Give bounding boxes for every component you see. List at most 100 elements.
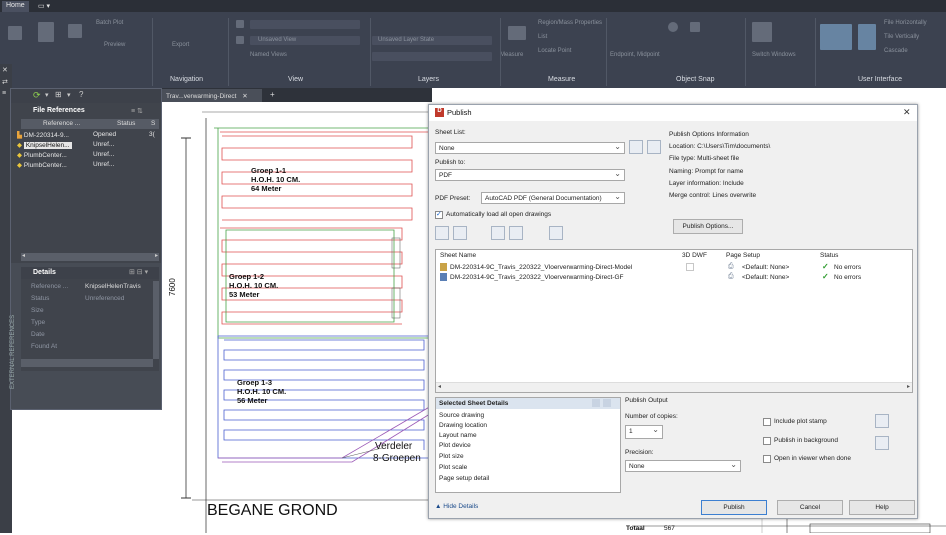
refresh-dropdown-icon[interactable]: ▾ bbox=[67, 91, 71, 99]
layer-dropdown[interactable] bbox=[372, 52, 492, 61]
view-manager-icon[interactable] bbox=[236, 36, 244, 44]
save-sheet-list-icon[interactable] bbox=[629, 140, 643, 154]
page-setup-value[interactable]: <Default: None> bbox=[742, 274, 789, 281]
page-setup-value[interactable]: <Default: None> bbox=[742, 264, 789, 271]
toolbars-icon[interactable] bbox=[820, 24, 852, 50]
pdf-preset-select[interactable]: AutoCAD PDF (General Documentation) bbox=[481, 192, 625, 204]
named-views-label[interactable]: Named Views bbox=[250, 52, 287, 58]
detail-label: Size bbox=[31, 307, 44, 314]
open-viewer-checkbox[interactable] bbox=[763, 455, 771, 463]
help-button[interactable]: Help bbox=[849, 500, 915, 515]
workspace-switch-tab[interactable]: ▭ ▾ bbox=[34, 1, 54, 12]
region-mass-label[interactable]: Region/Mass Properties bbox=[538, 20, 602, 26]
table-hscrollbar[interactable]: ◂ ▸ bbox=[436, 382, 912, 392]
doc-tab-close-icon[interactable]: ✕ bbox=[242, 93, 247, 100]
group-1-name: Groep 1-1 bbox=[251, 166, 287, 175]
info-title: Publish Options Information bbox=[669, 131, 749, 138]
tile-horizontally-label[interactable]: File Horizontally bbox=[884, 20, 927, 26]
details-view-icon[interactable]: ⊞ ⊟ ▾ bbox=[129, 268, 148, 276]
col-sheet-name[interactable]: Sheet Name bbox=[440, 252, 476, 259]
refresh-icon[interactable]: ⊞ bbox=[55, 90, 62, 99]
autohide-icon[interactable]: ⇄ bbox=[2, 78, 8, 86]
properties-menu-icon[interactable]: ≡ bbox=[2, 90, 6, 97]
panel-title-layers: Layers bbox=[418, 76, 440, 83]
list-view-icon[interactable]: ≡ ⇅ bbox=[131, 107, 143, 115]
view-icon[interactable] bbox=[236, 20, 244, 28]
details-hscrollbar[interactable] bbox=[21, 359, 153, 367]
help-icon[interactable]: ? bbox=[79, 90, 83, 99]
dwg-icon[interactable] bbox=[38, 22, 54, 42]
cancel-button[interactable]: Cancel bbox=[777, 500, 843, 515]
xref-row[interactable]: ▙ DM-220314-9... Opened 3( bbox=[17, 131, 157, 140]
xref-row[interactable]: ◆ KnipselHelen... Unref... bbox=[17, 141, 157, 150]
col-status[interactable]: Status bbox=[820, 252, 838, 259]
details-section: Reference ... KnipselHelenTravis Status Un… bbox=[21, 279, 159, 371]
doc-tab[interactable]: Trav...verwarming-Direct ✕ bbox=[162, 89, 262, 102]
table-row[interactable]: DM-220314-9C_Travis_220322_Vloerverwarmi… bbox=[438, 272, 908, 283]
background-checkbox[interactable] bbox=[763, 437, 771, 445]
details-prev-icon[interactable] bbox=[592, 399, 600, 407]
preview-label[interactable]: Preview bbox=[104, 42, 125, 48]
batch-plot-label[interactable]: Batch Plot bbox=[96, 20, 123, 26]
add-sheets-icon[interactable] bbox=[435, 226, 449, 240]
details-scrollbar[interactable] bbox=[153, 281, 159, 359]
list-label[interactable]: List bbox=[538, 34, 547, 40]
header-reference[interactable]: Reference ... bbox=[43, 120, 80, 127]
copies-stepper[interactable]: 1 bbox=[625, 425, 663, 439]
move-up-icon[interactable] bbox=[491, 226, 505, 240]
details-next-icon[interactable] bbox=[603, 399, 611, 407]
switch-windows-icon[interactable] bbox=[752, 22, 772, 42]
page-setup-button-icon[interactable] bbox=[875, 436, 889, 450]
3d-dwf-checkbox[interactable] bbox=[686, 263, 694, 271]
tab-home[interactable]: Home bbox=[2, 1, 29, 12]
detail-plot-device: Plot device bbox=[439, 442, 471, 449]
publish-to-select[interactable]: PDF bbox=[435, 169, 625, 181]
xref-row[interactable]: ◆ PlumbCenter... Unref... bbox=[17, 161, 157, 170]
scroll-left-icon[interactable]: ◂ bbox=[22, 252, 25, 259]
attach-dropdown-icon[interactable]: ▾ bbox=[45, 91, 49, 99]
detail-drawing-location: Drawing location bbox=[439, 422, 488, 429]
horizontal-scrollbar[interactable]: ◂ ▸ bbox=[21, 253, 159, 261]
sheet-list-select[interactable]: None bbox=[435, 142, 625, 154]
tile-vertically-label[interactable]: Tile Vertically bbox=[884, 34, 919, 40]
precision-select[interactable]: None bbox=[625, 460, 741, 472]
visual-style-dropdown[interactable] bbox=[250, 20, 360, 29]
hide-details-link[interactable]: ▲ Hide Details bbox=[435, 503, 478, 510]
col-3d-dwf[interactable]: 3D DWF bbox=[682, 252, 707, 259]
scroll-right-icon[interactable]: ▸ bbox=[907, 383, 910, 390]
preview-icon[interactable] bbox=[549, 226, 563, 240]
osnap-mode-label[interactable]: Endpoint, Midpoint bbox=[610, 52, 660, 58]
scroll-left-icon[interactable]: ◂ bbox=[438, 383, 441, 390]
cascade-label[interactable]: Cascade bbox=[884, 48, 908, 54]
switch-windows-label[interactable]: Switch Windows bbox=[752, 52, 796, 58]
move-down-icon[interactable] bbox=[509, 226, 523, 240]
plot-stamp-settings-icon[interactable] bbox=[875, 414, 889, 428]
plot-icon[interactable] bbox=[68, 24, 82, 38]
measure-label[interactable]: Measure bbox=[500, 52, 523, 58]
measure-icon[interactable] bbox=[508, 26, 526, 40]
plot-stamp-checkbox[interactable] bbox=[763, 418, 771, 426]
load-sheet-list-icon[interactable] bbox=[647, 140, 661, 154]
open-icon[interactable] bbox=[8, 26, 22, 40]
table-row[interactable]: DM-220314-9C_Travis_220322_Vloerverwarmi… bbox=[438, 262, 908, 273]
xref-size: 3( bbox=[149, 131, 155, 138]
scroll-right-icon[interactable]: ▸ bbox=[155, 252, 158, 259]
extents-label[interactable]: Export bbox=[172, 42, 189, 48]
locate-point-label[interactable]: Locate Point bbox=[538, 48, 571, 54]
publish-button[interactable]: Publish bbox=[701, 500, 767, 515]
tile-icon[interactable] bbox=[858, 24, 876, 50]
publish-options-button[interactable]: Publish Options... bbox=[673, 219, 743, 234]
close-palette-icon[interactable]: ✕ bbox=[2, 66, 8, 74]
attach-icon[interactable]: ⟳ bbox=[33, 90, 41, 101]
grid-icon[interactable] bbox=[690, 22, 700, 32]
new-tab-icon[interactable]: + bbox=[270, 90, 275, 99]
auto-load-checkbox[interactable]: ✓ bbox=[435, 211, 443, 219]
xref-row[interactable]: ◆ PlumbCenter... Unref... bbox=[17, 151, 157, 160]
remove-sheets-icon[interactable] bbox=[453, 226, 467, 240]
col-page-setup[interactable]: Page Setup bbox=[726, 252, 760, 259]
header-status[interactable]: Status bbox=[117, 120, 135, 127]
header-size[interactable]: S bbox=[151, 120, 155, 127]
snap-icon[interactable] bbox=[668, 22, 678, 32]
group-label-2: Groep 1-2 H.O.H. 10 CM. 53 Meter bbox=[229, 272, 278, 299]
dialog-close-icon[interactable]: ✕ bbox=[903, 107, 911, 118]
